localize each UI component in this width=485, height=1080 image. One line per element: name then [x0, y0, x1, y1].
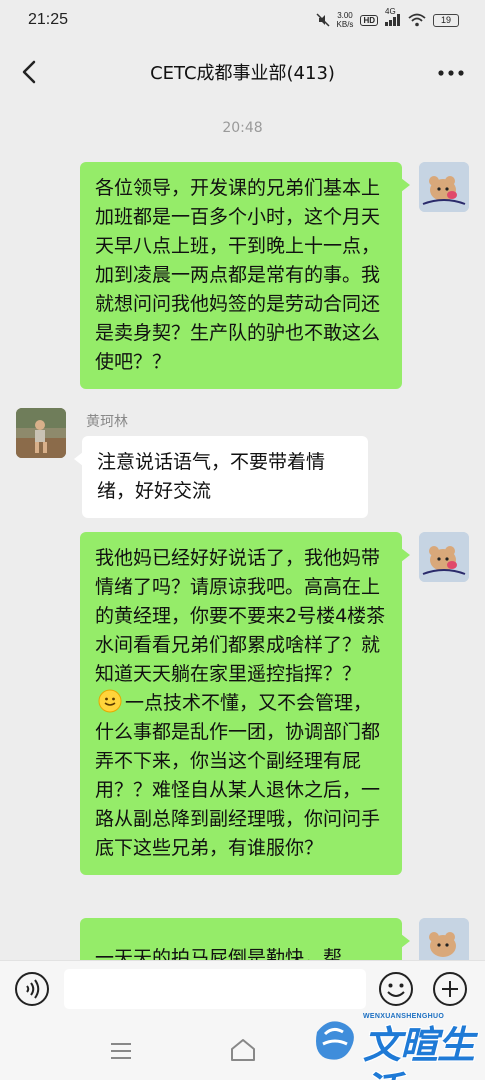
back-button[interactable] [16, 56, 44, 88]
signal-icon: 4G [385, 7, 401, 26]
photo-avatar-icon [16, 408, 66, 458]
cartoon-avatar-icon [419, 532, 469, 582]
message-bubble-self[interactable]: 一天天的拍马屁倒是勤快，帮 [80, 918, 410, 960]
title-bar: CETC成都事业部(413) [0, 40, 485, 104]
self-avatar[interactable] [419, 162, 469, 212]
self-avatar[interactable] [419, 532, 469, 582]
status-bar: 21:25 3.00 KB/s HD 4G 19 [0, 0, 485, 40]
voice-button[interactable] [14, 971, 50, 1007]
voice-icon [15, 972, 49, 1006]
message-text: 我他妈已经好好说话了，我他妈带情绪了吗？请原谅我吧。高高在上的黄经理，你要不要来… [95, 547, 386, 685]
self-avatar[interactable] [419, 918, 469, 960]
network-speed: 3.00 KB/s [337, 11, 354, 29]
status-icons: 3.00 KB/s HD 4G 19 [316, 7, 459, 29]
message-bubble-self[interactable]: 各位领导，开发课的兄弟们基本上加班都是一百多个小时，这个月天天早八点上班，干到晚… [80, 162, 410, 389]
nav-menu-icon [111, 1043, 131, 1059]
speed-value: 3.00 [337, 11, 353, 20]
message-input[interactable] [64, 969, 366, 1009]
wifi-icon [408, 13, 426, 27]
cartoon-avatar-icon [419, 162, 469, 212]
back-arrow-icon [22, 60, 36, 84]
mute-icon [316, 13, 330, 27]
sender-name: 黄珂林 [86, 414, 128, 430]
nav-menu-button[interactable] [108, 1040, 134, 1062]
more-functions-button[interactable] [432, 971, 468, 1007]
battery-level: 19 [440, 14, 451, 25]
message-timestamp: 20:48 [222, 120, 263, 136]
network-type: 4G [385, 7, 396, 16]
message-text: 注意说话语气，不要带着情绪，好好交流 [97, 451, 326, 502]
watermark-seal-icon [316, 1021, 354, 1060]
emoji-icon [379, 972, 413, 1006]
battery-icon: 19 [433, 13, 459, 27]
speed-unit: KB/s [336, 20, 354, 29]
message-text: 一点技术不懂，又不会管理，什么事都是乱作一团，协调部门都弄不下来，你当这个副经理… [95, 692, 381, 859]
nav-home-icon [231, 1039, 255, 1061]
message-text: 各位领导，开发课的兄弟们基本上加班都是一百多个小时，这个月天天早八点上班，干到晚… [95, 177, 381, 373]
message-bubble-other[interactable]: 注意说话语气，不要带着情绪，好好交流 [74, 436, 368, 518]
smile-emoji-icon [98, 689, 122, 713]
plus-icon [433, 972, 467, 1006]
cartoon-avatar-icon [419, 918, 469, 960]
watermark-big-text: 文暄生活 [363, 1023, 475, 1080]
watermark-small-text: WENXUANSHENGHUO [363, 1013, 445, 1020]
chat-title: CETC成都事业部(413) [150, 63, 335, 84]
watermark-logo: WENXUANSHENGHUO 文暄生活 [311, 1008, 481, 1080]
nav-home-button[interactable] [228, 1036, 258, 1064]
more-button[interactable] [435, 58, 467, 88]
message-text: 一天天的拍马屁倒是勤快，帮 [95, 947, 343, 960]
other-avatar[interactable] [16, 408, 66, 458]
chat-area[interactable]: 20:48 各位领导，开发课的兄弟们基本上加班都是一百多个小时，这个月天天早八点… [0, 104, 485, 960]
message-bubble-self[interactable]: 我他妈已经好好说话了，我他妈带情绪了吗？请原谅我吧。高高在上的黄经理，你要不要来… [80, 532, 410, 875]
more-dots-icon [438, 70, 464, 76]
emoji-button[interactable] [378, 971, 414, 1007]
hd-badge: HD [360, 14, 378, 26]
status-time: 21:25 [28, 11, 69, 28]
